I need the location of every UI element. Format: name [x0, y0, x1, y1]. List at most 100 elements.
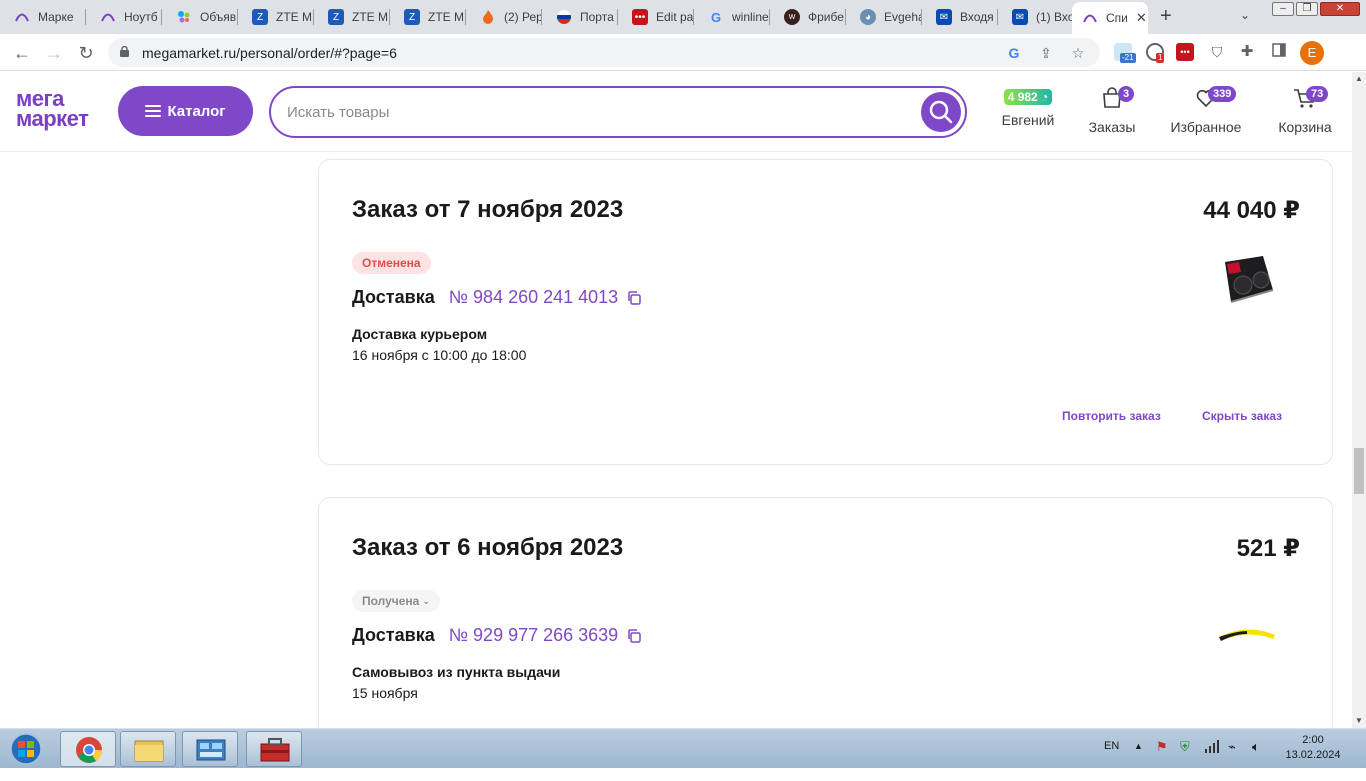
browser-tab[interactable]: ◕ Evgeha: [846, 4, 922, 30]
favorites-count-badge: 339: [1208, 86, 1237, 102]
orders-count-badge: 3: [1118, 86, 1135, 102]
status-badge: Отменена: [352, 252, 431, 274]
reload-icon[interactable]: ↻: [74, 41, 98, 65]
side-panel-icon[interactable]: [1270, 43, 1288, 61]
browser-tab[interactable]: Марке: [0, 4, 84, 30]
power-plug-icon[interactable]: ⌁: [1228, 739, 1236, 779]
new-tab-button[interactable]: +: [1160, 6, 1172, 26]
browser-tab[interactable]: ✉ Входя: [922, 4, 998, 30]
browser-tab[interactable]: Z ZTE MI: [314, 4, 390, 30]
browser-toolbar: ← → ↻ megamarket.ru/personal/order/#?pag…: [0, 34, 1366, 71]
order-title: Заказ от 7 ноября 2023: [352, 196, 624, 223]
order-price: 521 ₽: [1236, 535, 1300, 562]
restore-window-button[interactable]: ❐: [1296, 2, 1318, 16]
windows-logo-icon: [10, 733, 42, 765]
taskbar-explorer-button[interactable]: [120, 731, 176, 767]
tracking-number[interactable]: № 929 977 266 3639: [449, 625, 618, 646]
delivery-row: Доставка № 984 260 241 4013: [352, 287, 642, 308]
copy-icon[interactable]: [626, 290, 642, 306]
copy-icon[interactable]: [626, 628, 642, 644]
share-icon[interactable]: ⇪: [1038, 45, 1054, 61]
bonus-badge: 4 982 ◔: [1003, 89, 1053, 105]
address-bar[interactable]: megamarket.ru/personal/order/#?page=6 G …: [108, 38, 1100, 67]
google-translate-icon[interactable]: G: [1006, 45, 1022, 61]
browser-tab[interactable]: Z ZTE MI: [238, 4, 314, 30]
shield-extension-icon[interactable]: ⛉: [1208, 43, 1226, 61]
orders-link[interactable]: 3 Заказы: [1084, 86, 1140, 135]
catalog-button[interactable]: Каталог: [118, 86, 253, 136]
repeat-order-link[interactable]: Повторить заказ: [1062, 409, 1161, 423]
site-header: мега маркет Каталог 4 982 ◔ Евгений 3 За…: [0, 72, 1352, 152]
order-card: Заказ от 7 ноября 2023 44 040 ₽ Отменена…: [318, 159, 1333, 465]
megamarket-favicon-icon: [14, 9, 30, 25]
order-card: Заказ от 6 ноября 2023 521 ₽ Получена ⌄ …: [318, 497, 1333, 728]
browser-tab[interactable]: Объяв: [162, 4, 238, 30]
browser-tab[interactable]: Ноутб: [86, 4, 162, 30]
language-indicator[interactable]: EN: [1104, 740, 1119, 780]
google-favicon-icon: G: [710, 9, 722, 25]
zte-favicon-icon: Z: [404, 9, 420, 25]
scrollbar-thumb[interactable]: [1354, 448, 1364, 494]
delivery-method: Самовывоз из пункта выдачи: [352, 664, 561, 680]
menu-icon: [145, 105, 162, 117]
browser-tab[interactable]: W Фрибе: [770, 4, 846, 30]
browser-tab[interactable]: (2) Рер: [466, 4, 542, 30]
taskbar-chrome-button[interactable]: [60, 731, 116, 767]
megamarket-logo[interactable]: мега маркет: [16, 88, 89, 130]
bookmark-star-icon[interactable]: ☆: [1070, 45, 1086, 61]
network-signal-icon[interactable]: [1204, 738, 1220, 778]
browser-tab[interactable]: ✉ (1) Вхо: [998, 4, 1072, 30]
chrome-extension-icon[interactable]: 1: [1146, 43, 1165, 63]
hide-order-link[interactable]: Скрыть заказ: [1202, 409, 1282, 423]
order-price: 44 040 ₽: [1203, 197, 1300, 224]
dots-extension-icon[interactable]: •••: [1176, 43, 1194, 61]
browser-tab[interactable]: ••• Edit pa: [618, 4, 694, 30]
avito-favicon-icon: [176, 9, 192, 25]
close-window-button[interactable]: ✕: [1320, 2, 1360, 16]
delivery-time: 16 ноября с 10:00 до 18:00: [352, 347, 527, 363]
search-button[interactable]: [921, 92, 961, 132]
security-shield-icon[interactable]: ⛨: [1180, 739, 1190, 779]
toolbox-icon: [260, 738, 290, 762]
minimize-window-button[interactable]: –: [1272, 2, 1294, 16]
search-icon: [929, 100, 953, 124]
search-input[interactable]: [287, 100, 887, 124]
scroll-up-arrow-icon[interactable]: ▲: [1352, 72, 1366, 86]
show-hidden-icons-arrow-icon[interactable]: ▲: [1134, 741, 1143, 781]
tab-search-chevron-icon[interactable]: ⌄: [1240, 8, 1250, 22]
mail-favicon-icon: ✉: [1012, 9, 1028, 25]
megamarket-favicon-icon: [1082, 10, 1098, 26]
taskbar-toolbox-button[interactable]: [246, 731, 302, 767]
favorites-link[interactable]: 339 Избранное: [1166, 86, 1246, 135]
folder-icon: [134, 740, 164, 762]
system-clock[interactable]: 2:00 13.02.2024: [1280, 733, 1346, 763]
forward-arrow-icon[interactable]: →: [42, 41, 66, 65]
puzzle-extensions-icon[interactable]: ✚: [1238, 43, 1256, 61]
yellow-item-image[interactable]: [1217, 608, 1277, 668]
scroll-down-arrow-icon[interactable]: ▼: [1352, 714, 1366, 728]
weather-extension-icon[interactable]: -21: [1114, 43, 1136, 63]
tracking-number[interactable]: № 984 260 241 4013: [449, 287, 618, 308]
action-center-flag-icon[interactable]: ⚑: [1156, 739, 1168, 779]
lock-icon: [120, 46, 129, 57]
profile-avatar[interactable]: E: [1300, 41, 1324, 65]
delivery-row: Доставка № 929 977 266 3639: [352, 625, 642, 646]
graphics-card-image[interactable]: [1217, 252, 1277, 312]
browser-tab[interactable]: Z ZTE MI: [390, 4, 466, 30]
orders-list: Заказ от 7 ноября 2023 44 040 ₽ Отменена…: [0, 153, 1352, 728]
speaker-volume-icon[interactable]: 🔈︎: [1252, 739, 1260, 779]
close-tab-icon[interactable]: ✕: [1136, 10, 1147, 26]
user-profile-link[interactable]: 4 982 ◔ Евгений: [998, 86, 1058, 128]
start-button[interactable]: [4, 731, 48, 767]
taskbar-control-panel-button[interactable]: [182, 731, 238, 767]
browser-tab[interactable]: Порта: [542, 4, 618, 30]
status-badge[interactable]: Получена ⌄: [352, 590, 440, 612]
order-title: Заказ от 6 ноября 2023: [352, 534, 624, 561]
cart-link[interactable]: 73 Корзина: [1274, 86, 1336, 135]
browser-tab-active[interactable]: Спи ✕: [1072, 2, 1148, 34]
back-arrow-icon[interactable]: ←: [10, 41, 34, 65]
browser-tab[interactable]: G winline: [694, 4, 770, 30]
page-scrollbar[interactable]: ▲ ▼: [1352, 72, 1366, 728]
search-box: [269, 86, 967, 138]
control-panel-icon: [196, 739, 226, 761]
